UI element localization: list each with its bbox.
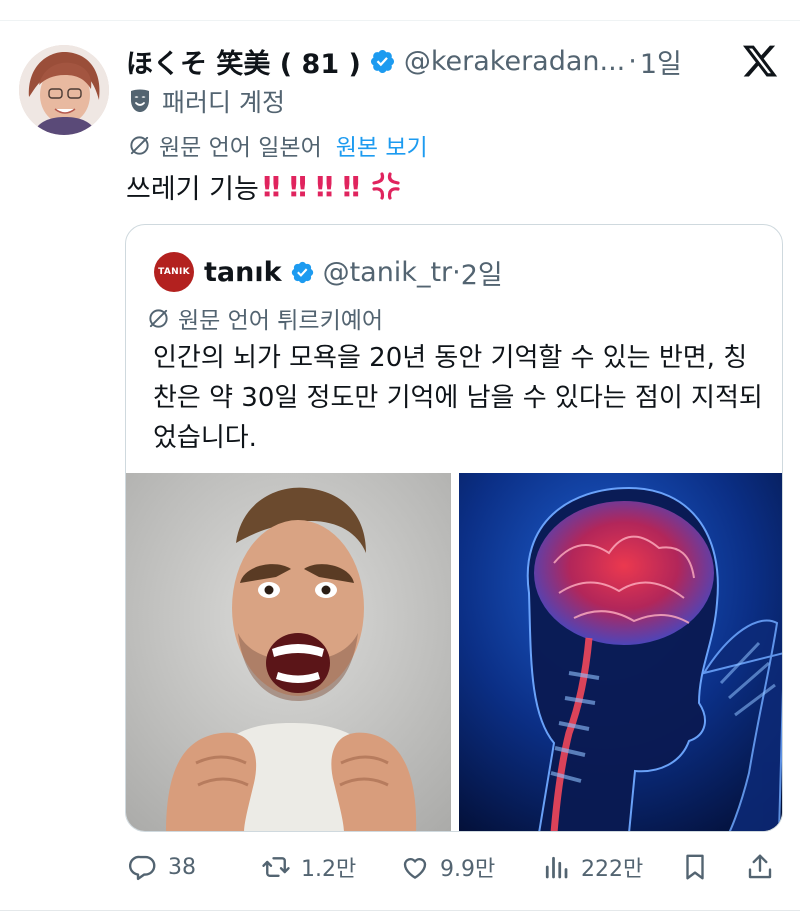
reply-count: 38 [168,854,196,880]
verified-badge-icon [291,261,313,283]
top-divider [0,20,800,21]
share-icon [748,854,772,879]
parody-account-text: 패러디 계정 [162,88,285,117]
double-exclamation-icon: ‼ [342,169,359,203]
bookmark-button[interactable] [680,845,710,889]
repost-icon [262,857,290,877]
views-button[interactable]: 222만 [541,845,643,889]
verified-badge-icon [370,49,394,73]
quoted-author-avatar[interactable]: TANIK [154,252,194,292]
views-icon [545,856,568,879]
quoted-tweet-header: TANIK tanık @tanik_tr · 2일 [154,252,503,292]
repost-button[interactable]: 1.2만 [261,845,356,889]
quoted-tweet-time[interactable]: 2일 [461,253,503,292]
bookmark-icon [686,854,704,880]
translation-note: 원문 언어 일본어 [159,135,322,161]
bottom-divider [0,910,800,911]
angry-man-photo[interactable] [126,473,451,831]
author-display-name[interactable]: ほくそ 笑美 ( 81 ) [126,42,361,81]
views-count: 222만 [581,857,644,882]
double-exclamation-icon: ‼ [289,169,306,203]
brain-xray-photo[interactable] [459,473,782,831]
show-original-link[interactable]: 원본 보기 [336,128,428,162]
repost-count: 1.2만 [301,857,357,882]
reply-icon [129,855,156,881]
tweet-header: ほくそ 笑美 ( 81 ) @kerakeradan... · 1일 [126,40,726,82]
tweet-text-content: 쓰레기 기능 [126,173,259,205]
reply-button[interactable]: 38 [128,845,196,889]
tweet-text: 쓰레기 기능 ‼ ‼ ‼ ‼ [126,168,401,205]
x-logo-icon[interactable] [741,42,779,80]
quoted-author-handle[interactable]: @tanik_tr [323,257,453,288]
quoted-author-name[interactable]: tanık [204,257,282,288]
tweet-time[interactable]: 1일 [640,42,682,81]
quoted-tweet-text: 인간의 뇌가 모욕을 20년 동안 기억할 수 있는 반면, 칭찬은 약 30일… [153,343,763,453]
translate-globe-icon [130,135,149,155]
parody-account-label: 패러디 계정 [128,84,285,118]
translate-globe-icon [149,308,168,328]
like-button[interactable]: 9.9만 [400,845,495,889]
translation-row: 원문 언어 일본어 원본 보기 [128,128,428,162]
emphasis-marks: ‼ ‼ ‼ ‼ [263,170,401,203]
theater-mask-icon [131,89,149,112]
author-avatar[interactable] [19,45,109,135]
header-separator: · [628,45,637,77]
quoted-translation-row: 원문 언어 튀르키예어 [147,303,384,334]
quoted-translation-note: 원문 언어 튀르키예어 [178,308,384,334]
like-count: 9.9만 [440,857,496,882]
double-exclamation-icon: ‼ [315,169,333,203]
author-handle[interactable]: @kerakeradan... [404,46,625,77]
double-exclamation-icon: ‼ [262,169,280,203]
share-button[interactable] [745,845,775,889]
header-separator: · [452,256,461,288]
like-icon [403,857,427,879]
anger-symbol-icon [372,172,400,200]
tweet-action-bar: 38 1.2만 9.9만 222만 [128,845,778,889]
